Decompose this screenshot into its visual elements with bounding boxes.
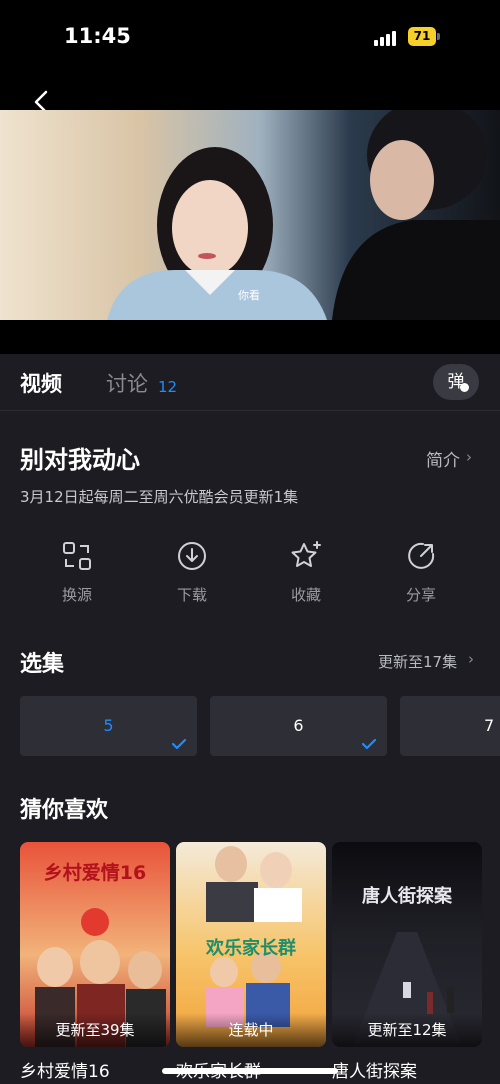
episode-number: 7 xyxy=(484,716,495,735)
update-badge: 更新至39集 xyxy=(55,1021,135,1039)
video-player[interactable]: 你看 xyxy=(0,110,500,320)
battery-icon: 71 xyxy=(408,27,440,46)
home-indicator[interactable] xyxy=(162,1068,338,1074)
chevron-right-icon[interactable]: › xyxy=(468,650,474,668)
recommend-card[interactable]: 唐人街探案 更新至12集 xyxy=(332,842,482,1047)
update-badge: 连载中 xyxy=(228,1021,274,1039)
signal-icon xyxy=(374,30,400,46)
poster-title: 欢乐家长群 xyxy=(206,938,296,959)
chevron-right-icon[interactable]: › xyxy=(466,448,472,466)
episodes-update-status[interactable]: 更新至17集 xyxy=(378,651,457,672)
status-bar: 11:45 71 xyxy=(0,0,500,114)
recommend-card-title[interactable]: 乡村爱情16 xyxy=(20,1057,110,1082)
danmu-toggle-button[interactable]: 弹 xyxy=(433,364,479,400)
poster-title: 乡村爱情16 xyxy=(43,862,147,884)
tab-discussion[interactable]: 讨论 xyxy=(106,368,148,398)
tab-video[interactable]: 视频 xyxy=(20,368,62,398)
check-icon xyxy=(361,738,377,750)
recommend-title: 猜你喜欢 xyxy=(20,798,109,823)
download-label: 下载 xyxy=(176,586,207,604)
battery-level: 71 xyxy=(408,27,436,46)
switch-source-button[interactable]: 换源 xyxy=(37,540,117,605)
episode-item[interactable]: 6 xyxy=(210,696,387,756)
recommend-card[interactable]: 乡村爱情16 更新至39集 xyxy=(20,842,170,1047)
danmu-status-icon xyxy=(460,383,469,392)
recommend-card-title[interactable]: 唐人街探案 xyxy=(332,1057,417,1082)
discussion-count-badge: 12 xyxy=(158,378,178,396)
intro-link[interactable]: 简介 xyxy=(426,446,460,471)
download-button[interactable]: 下载 xyxy=(152,540,232,605)
share-label: 分享 xyxy=(405,586,436,604)
poster-title: 唐人街探案 xyxy=(362,886,452,907)
status-time: 11:45 xyxy=(64,24,131,48)
episode-item[interactable]: 5 xyxy=(20,696,197,756)
video-frame-actor xyxy=(332,110,500,320)
episode-number: 6 xyxy=(293,716,304,735)
video-frame-actress xyxy=(107,147,328,320)
update-badge: 更新至12集 xyxy=(367,1021,447,1039)
favorite-button[interactable]: 收藏 xyxy=(266,540,346,605)
switch-source-label: 换源 xyxy=(61,586,92,604)
episode-item[interactable]: 7 xyxy=(400,696,500,756)
switch-source-icon xyxy=(63,542,91,570)
check-icon xyxy=(171,738,187,750)
video-subtitle: 你看 xyxy=(238,289,260,302)
favorite-label: 收藏 xyxy=(290,586,321,604)
episode-number: 5 xyxy=(103,716,114,735)
video-letterbox xyxy=(0,320,500,354)
tab-bar: 视频 讨论 12 弹 xyxy=(0,354,500,411)
update-schedule: 3月12日起每周二至周六优酷会员更新1集 xyxy=(20,488,299,506)
recommend-card[interactable]: 欢乐家长群 连载中 xyxy=(176,842,326,1047)
show-title: 别对我动心 xyxy=(20,446,140,474)
share-icon xyxy=(408,542,435,569)
share-button[interactable]: 分享 xyxy=(381,540,461,605)
download-icon xyxy=(178,542,206,570)
episodes-title: 选集 xyxy=(20,652,65,677)
star-add-icon xyxy=(291,541,321,567)
